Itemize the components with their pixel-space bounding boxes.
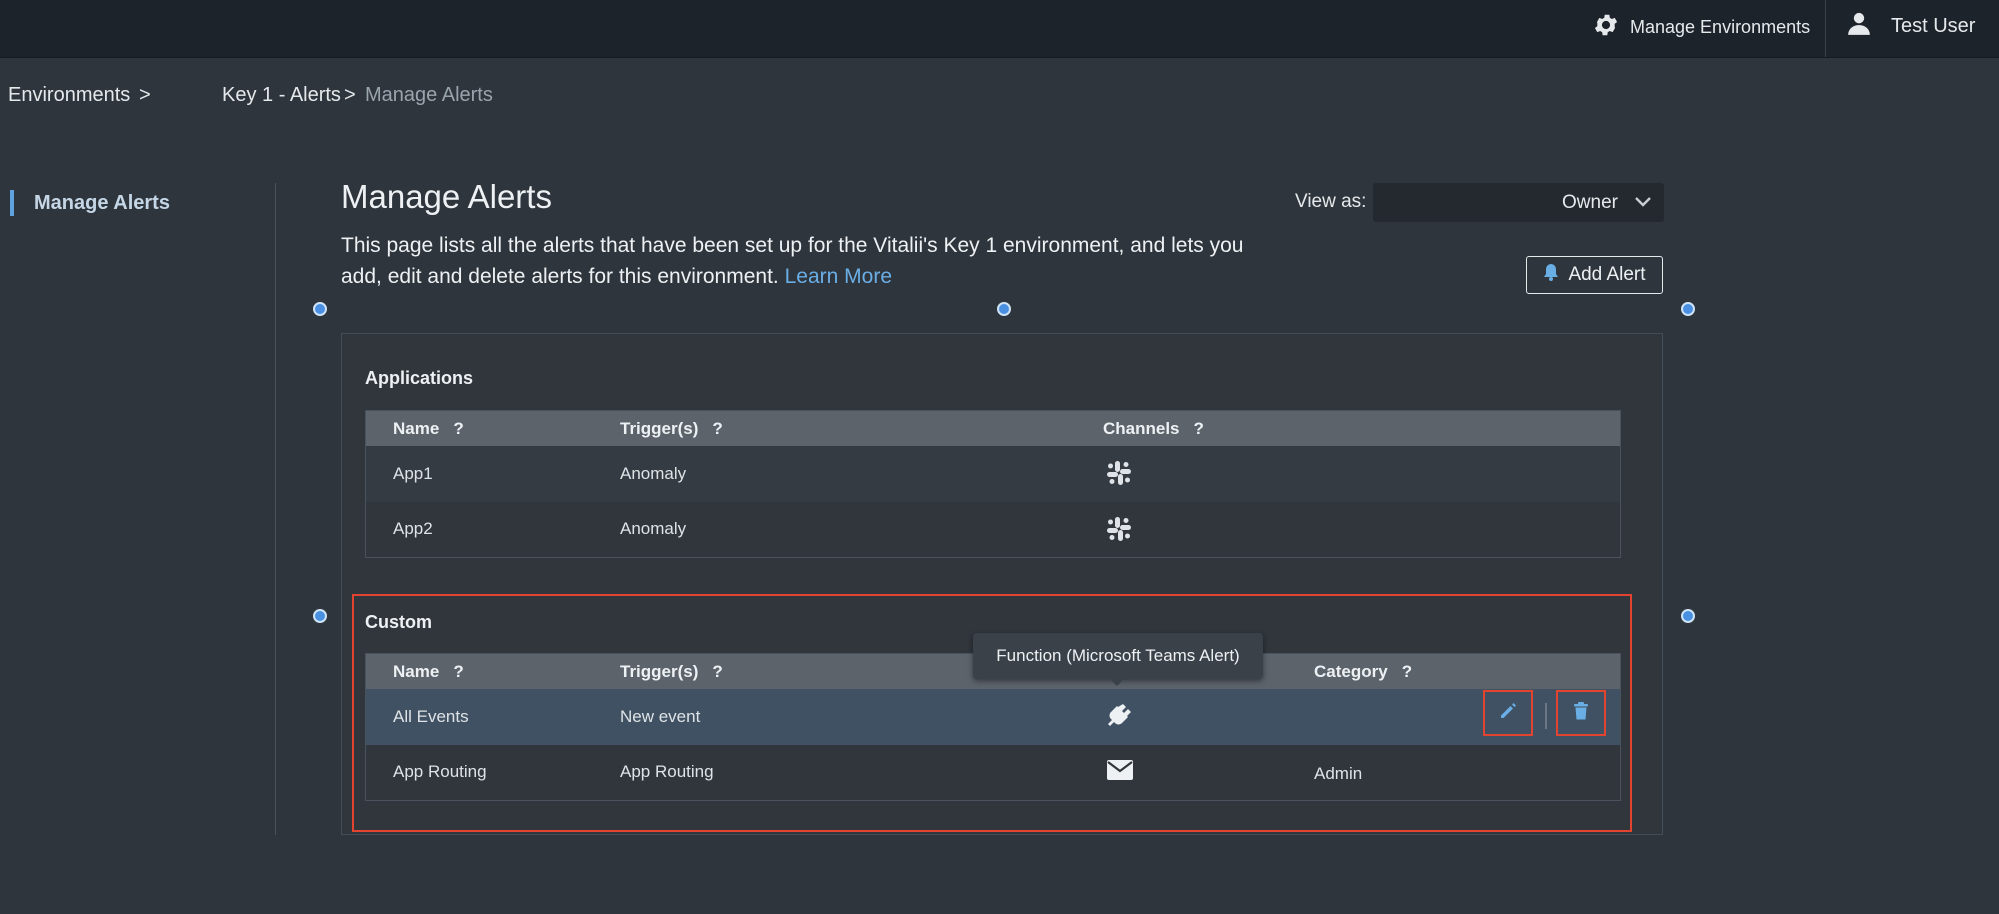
breadcrumb-current: Manage Alerts	[365, 84, 493, 106]
mail-icon	[1106, 759, 1134, 786]
breadcrumb-separator: >	[344, 84, 356, 106]
column-header-name: Name?	[393, 419, 464, 438]
row-name: All Events	[393, 707, 469, 726]
view-as-label: View as:	[1295, 191, 1367, 212]
breadcrumb-environments[interactable]: Environments	[8, 84, 130, 107]
help-icon[interactable]: ?	[1194, 419, 1204, 438]
row-trigger: New event	[620, 707, 701, 726]
column-header-category: Category?	[1314, 662, 1413, 681]
add-alert-label: Add Alert	[1568, 264, 1646, 285]
delete-button[interactable]	[1556, 690, 1606, 736]
row-trigger: Anomaly	[620, 519, 687, 538]
gear-icon	[1592, 11, 1620, 44]
add-alert-button[interactable]: Add Alert	[1526, 256, 1663, 294]
row-trigger: App Routing	[620, 762, 714, 781]
breadcrumb-alerts[interactable]: Key 1 - Alerts	[222, 84, 341, 107]
page-title: Manage Alerts	[341, 178, 552, 215]
column-header-triggers: Trigger(s)?	[620, 419, 723, 438]
channel-tooltip: Function (Microsoft Teams Alert)	[973, 633, 1263, 686]
row-trigger: Anomaly	[620, 464, 687, 483]
pencil-icon	[1498, 701, 1518, 726]
slack-icon	[1106, 460, 1132, 491]
row-name: App Routing	[393, 762, 487, 781]
column-header-name: Name?	[393, 662, 464, 681]
applications-section-title: Applications	[365, 368, 474, 388]
table-row[interactable]: App2 Anomaly	[366, 502, 1620, 557]
bell-icon	[1543, 263, 1559, 287]
resize-handle[interactable]	[1681, 609, 1695, 623]
resize-handle[interactable]	[997, 302, 1011, 316]
row-name: App2	[393, 519, 433, 538]
column-header-channels: Channels?	[1103, 419, 1204, 438]
slack-icon	[1106, 516, 1132, 547]
help-icon[interactable]: ?	[453, 662, 463, 681]
view-as-value: Owner	[1562, 191, 1618, 213]
table-row[interactable]: All Events New event	[366, 689, 1620, 745]
help-icon[interactable]: ?	[453, 419, 463, 438]
applications-table: Name? Trigger(s)? Channels? App1 Anomaly…	[365, 410, 1621, 558]
edit-button[interactable]	[1483, 690, 1533, 736]
user-name: Test User	[1891, 14, 1976, 37]
help-icon[interactable]: ?	[712, 419, 722, 438]
topbar-divider	[1825, 0, 1826, 57]
breadcrumb-separator: >	[139, 84, 151, 106]
learn-more-link[interactable]: Learn More	[785, 265, 892, 288]
resize-handle[interactable]	[1681, 302, 1695, 316]
user-icon	[1845, 10, 1873, 42]
user-menu[interactable]: Test User	[1845, 10, 1975, 42]
actions-divider	[1545, 703, 1547, 729]
table-row[interactable]: App1 Anomaly	[366, 446, 1620, 502]
trash-icon	[1572, 701, 1590, 726]
sidebar-item-manage-alerts[interactable]: Manage Alerts	[10, 190, 170, 216]
view-as-select[interactable]: Owner	[1373, 183, 1664, 222]
table-row[interactable]: App Routing App Routing Admin	[366, 745, 1620, 800]
manage-environments-link[interactable]: Manage Environments	[1592, 12, 1810, 42]
help-icon[interactable]: ?	[1402, 662, 1412, 681]
chevron-down-icon	[1634, 192, 1652, 214]
resize-handle[interactable]	[313, 609, 327, 623]
custom-section-title: Custom	[365, 612, 432, 632]
sidebar-divider	[275, 183, 276, 835]
column-header-triggers: Trigger(s)?	[620, 662, 723, 681]
row-category: Admin	[1314, 764, 1363, 783]
manage-environments-label: Manage Environments	[1630, 16, 1811, 37]
row-name: App1	[393, 464, 433, 483]
help-icon[interactable]: ?	[712, 662, 722, 681]
resize-handle[interactable]	[313, 302, 327, 316]
page-description: This page lists all the alerts that have…	[341, 230, 1261, 292]
plug-icon	[1106, 701, 1134, 736]
top-bar: Manage Environments Test User	[0, 0, 1999, 58]
table-header: Name? Trigger(s)? Channels?	[366, 411, 1620, 446]
